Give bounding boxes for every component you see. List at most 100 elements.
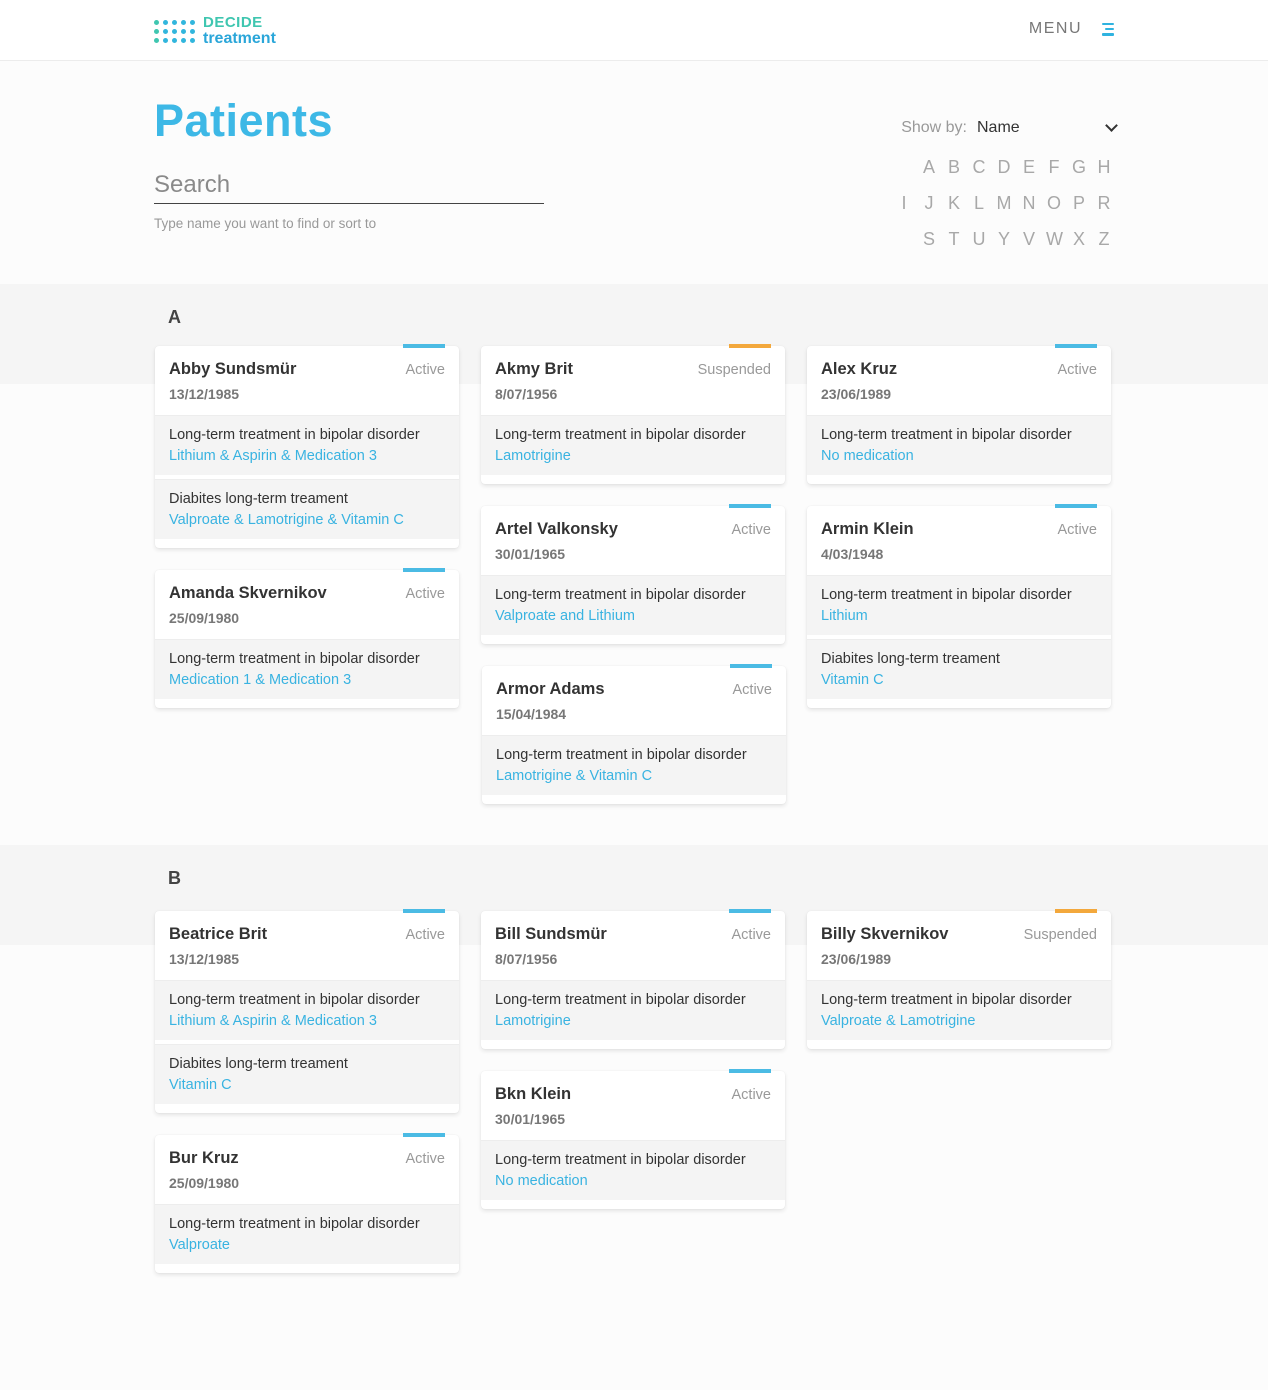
treatment-medications[interactable]: No medication xyxy=(821,448,1097,464)
search-input[interactable] xyxy=(154,168,544,202)
patient-card-header: Armin Klein Active 4/03/1948 xyxy=(807,506,1111,575)
treatment-medications[interactable]: Lithium & Aspirin & Medication 3 xyxy=(169,1013,445,1029)
menu-button[interactable]: MENU xyxy=(1029,20,1114,38)
patient-card[interactable]: Billy Skvernikov Suspended 23/06/1989 Long-… xyxy=(807,909,1111,1049)
alphabet-letter[interactable]: S xyxy=(921,229,937,250)
alphabet-letter[interactable]: R xyxy=(1096,193,1112,214)
alphabet-letter[interactable]: M xyxy=(996,193,1012,214)
logo[interactable]: DECIDE treatment xyxy=(154,15,276,47)
alphabet-letter[interactable]: A xyxy=(921,157,937,178)
page-title: Patients xyxy=(154,95,334,146)
treatment-item[interactable]: Diabites long-term treament Vitamin C xyxy=(807,639,1111,699)
treatment-item[interactable]: Long-term treatment in bipolar disorder V… xyxy=(481,575,785,635)
patient-name[interactable]: Alex Kruz xyxy=(821,360,1097,379)
alphabet-letter[interactable]: N xyxy=(1021,193,1037,214)
treatment-item[interactable]: Long-term treatment in bipolar disorder L… xyxy=(482,735,786,795)
alphabet-letter[interactable]: O xyxy=(1046,193,1062,214)
treatment-item[interactable]: Long-term treatment in bipolar disorder L… xyxy=(481,415,785,475)
patient-card[interactable]: Beatrice Brit Active 13/12/1985 Long-term t… xyxy=(155,909,459,1113)
treatment-medications[interactable]: Vitamin C xyxy=(821,672,1097,688)
patient-card[interactable]: Bill Sundsmür Active 8/07/1956 Long-term tr… xyxy=(481,909,785,1049)
patient-card[interactable]: Artel Valkonsky Active 30/01/1965 Long-term… xyxy=(481,504,785,644)
alphabet-letter[interactable]: D xyxy=(996,157,1012,178)
patient-card-header: Armor Adams Active 15/04/1984 xyxy=(482,666,786,735)
patient-dob: 8/07/1956 xyxy=(495,386,558,402)
alphabet-letter[interactable]: J xyxy=(921,193,937,214)
alphabet-letter[interactable]: Y xyxy=(996,229,1012,250)
patient-name[interactable]: Artel Valkonsky xyxy=(495,520,771,539)
treatment-item[interactable]: Long-term treatment in bipolar disorder N… xyxy=(481,1140,785,1200)
treatment-item[interactable]: Long-term treatment in bipolar disorder M… xyxy=(155,639,459,699)
treatment-medications[interactable]: Vitamin C xyxy=(169,1077,445,1093)
alphabet-letter[interactable]: P xyxy=(1071,193,1087,214)
show-by-value: Name xyxy=(977,119,1020,136)
treatment-medications[interactable]: Lamotrigine xyxy=(495,448,771,464)
alphabet-letter[interactable]: H xyxy=(1096,157,1112,178)
card-footer xyxy=(482,795,786,804)
patient-name[interactable]: Beatrice Brit xyxy=(169,925,445,944)
alphabet-letter[interactable]: K xyxy=(946,193,962,214)
patient-card[interactable]: Armor Adams Active 15/04/1984 Long-term tre… xyxy=(482,664,786,804)
treatment-item[interactable]: Long-term treatment in bipolar disorder L… xyxy=(807,575,1111,635)
alphabet-letter[interactable]: C xyxy=(971,157,987,178)
patient-card[interactable]: Abby Sundsmür Active 13/12/1985 Long-term t… xyxy=(155,344,459,548)
patient-card[interactable]: Akmy Brit Suspended 8/07/1956 Long-term tre… xyxy=(481,344,785,484)
patient-card[interactable]: Armin Klein Active 4/03/1948 Long-term trea… xyxy=(807,504,1111,708)
treatment-medications[interactable]: Lamotrigine & Vitamin C xyxy=(496,768,772,784)
patient-card-header: Alex Kruz Active 23/06/1989 xyxy=(807,346,1111,415)
treatment-item[interactable]: Long-term treatment in bipolar disorder V… xyxy=(807,980,1111,1040)
card-footer xyxy=(807,699,1111,708)
alphabet-letter[interactable]: U xyxy=(971,229,987,250)
patient-card[interactable]: Amanda Skvernikov Active 25/09/1980 Long-te… xyxy=(155,568,459,708)
patient-name[interactable]: Bur Kruz xyxy=(169,1149,445,1168)
treatment-item[interactable]: Long-term treatment in bipolar disorder L… xyxy=(155,415,459,475)
patient-card[interactable]: Bkn Klein Active 30/01/1965 Long-term treat… xyxy=(481,1069,785,1209)
treatment-item[interactable]: Long-term treatment in bipolar disorder V… xyxy=(155,1204,459,1264)
treatment-description: Diabites long-term treament xyxy=(169,491,348,507)
treatment-item[interactable]: Diabites long-term treament Valproate & L… xyxy=(155,479,459,539)
alphabet-letter[interactable]: G xyxy=(1071,157,1087,178)
alphabet-letter[interactable]: T xyxy=(946,229,962,250)
logo-dots-icon xyxy=(154,19,195,43)
card-footer xyxy=(481,635,785,644)
treatment-description: Long-term treatment in bipolar disorder xyxy=(495,587,746,603)
patient-name[interactable]: Bill Sundsmür xyxy=(495,925,771,944)
treatment-item[interactable]: Long-term treatment in bipolar disorder N… xyxy=(807,415,1111,475)
alphabet-letter[interactable]: I xyxy=(896,193,912,214)
patient-name[interactable]: Bkn Klein xyxy=(495,1085,771,1104)
treatment-medications[interactable]: Lithium & Aspirin & Medication 3 xyxy=(169,448,445,464)
treatment-description: Long-term treatment in bipolar disorder xyxy=(495,1152,746,1168)
status-badge: Active xyxy=(732,682,773,698)
show-by-select[interactable]: Show by: Name xyxy=(901,119,1118,137)
alphabet-letter[interactable]: X xyxy=(1071,229,1087,250)
alphabet-letter[interactable]: F xyxy=(1046,157,1062,178)
patient-card[interactable]: Alex Kruz Active 23/06/1989 Long-term treat… xyxy=(807,344,1111,484)
treatment-medications[interactable]: Valproate & Lamotrigine & Vitamin C xyxy=(169,512,445,528)
card-footer xyxy=(155,539,459,548)
treatment-medications[interactable]: Valproate and Lithium xyxy=(495,608,771,624)
search-field[interactable] xyxy=(154,168,544,204)
alphabet-letter[interactable]: L xyxy=(971,193,987,214)
treatment-medications[interactable]: Lithium xyxy=(821,608,1097,624)
treatment-medications[interactable]: Medication 1 & Medication 3 xyxy=(169,672,445,688)
treatment-medications[interactable]: No medication xyxy=(495,1173,771,1189)
patient-name[interactable]: Armin Klein xyxy=(821,520,1097,539)
treatment-item[interactable]: Long-term treatment in bipolar disorder L… xyxy=(155,980,459,1040)
menu-icon xyxy=(1102,22,1114,36)
patient-name[interactable]: Amanda Skvernikov xyxy=(169,584,445,603)
alphabet-letter[interactable]: W xyxy=(1046,229,1063,250)
alphabet-letter[interactable]: V xyxy=(1021,229,1037,250)
alphabet-letter[interactable]: Z xyxy=(1096,229,1112,250)
patient-dob: 23/06/1989 xyxy=(821,386,892,402)
treatment-description: Long-term treatment in bipolar disorder xyxy=(821,992,1072,1008)
treatment-item[interactable]: Diabites long-term treament Vitamin C xyxy=(155,1044,459,1104)
patient-card[interactable]: Bur Kruz Active 25/09/1980 Long-term treatm… xyxy=(155,1133,459,1273)
patient-name[interactable]: Abby Sundsmür xyxy=(169,360,445,379)
treatment-medications[interactable]: Valproate & Lamotrigine xyxy=(821,1013,1097,1029)
alphabet-letter[interactable]: E xyxy=(1021,157,1037,178)
treatment-medications[interactable]: Lamotrigine xyxy=(495,1013,771,1029)
alphabet-letter[interactable]: B xyxy=(946,157,962,178)
treatment-item[interactable]: Long-term treatment in bipolar disorder L… xyxy=(481,980,785,1040)
patient-name[interactable]: Armor Adams xyxy=(496,680,772,699)
treatment-medications[interactable]: Valproate xyxy=(169,1237,445,1253)
